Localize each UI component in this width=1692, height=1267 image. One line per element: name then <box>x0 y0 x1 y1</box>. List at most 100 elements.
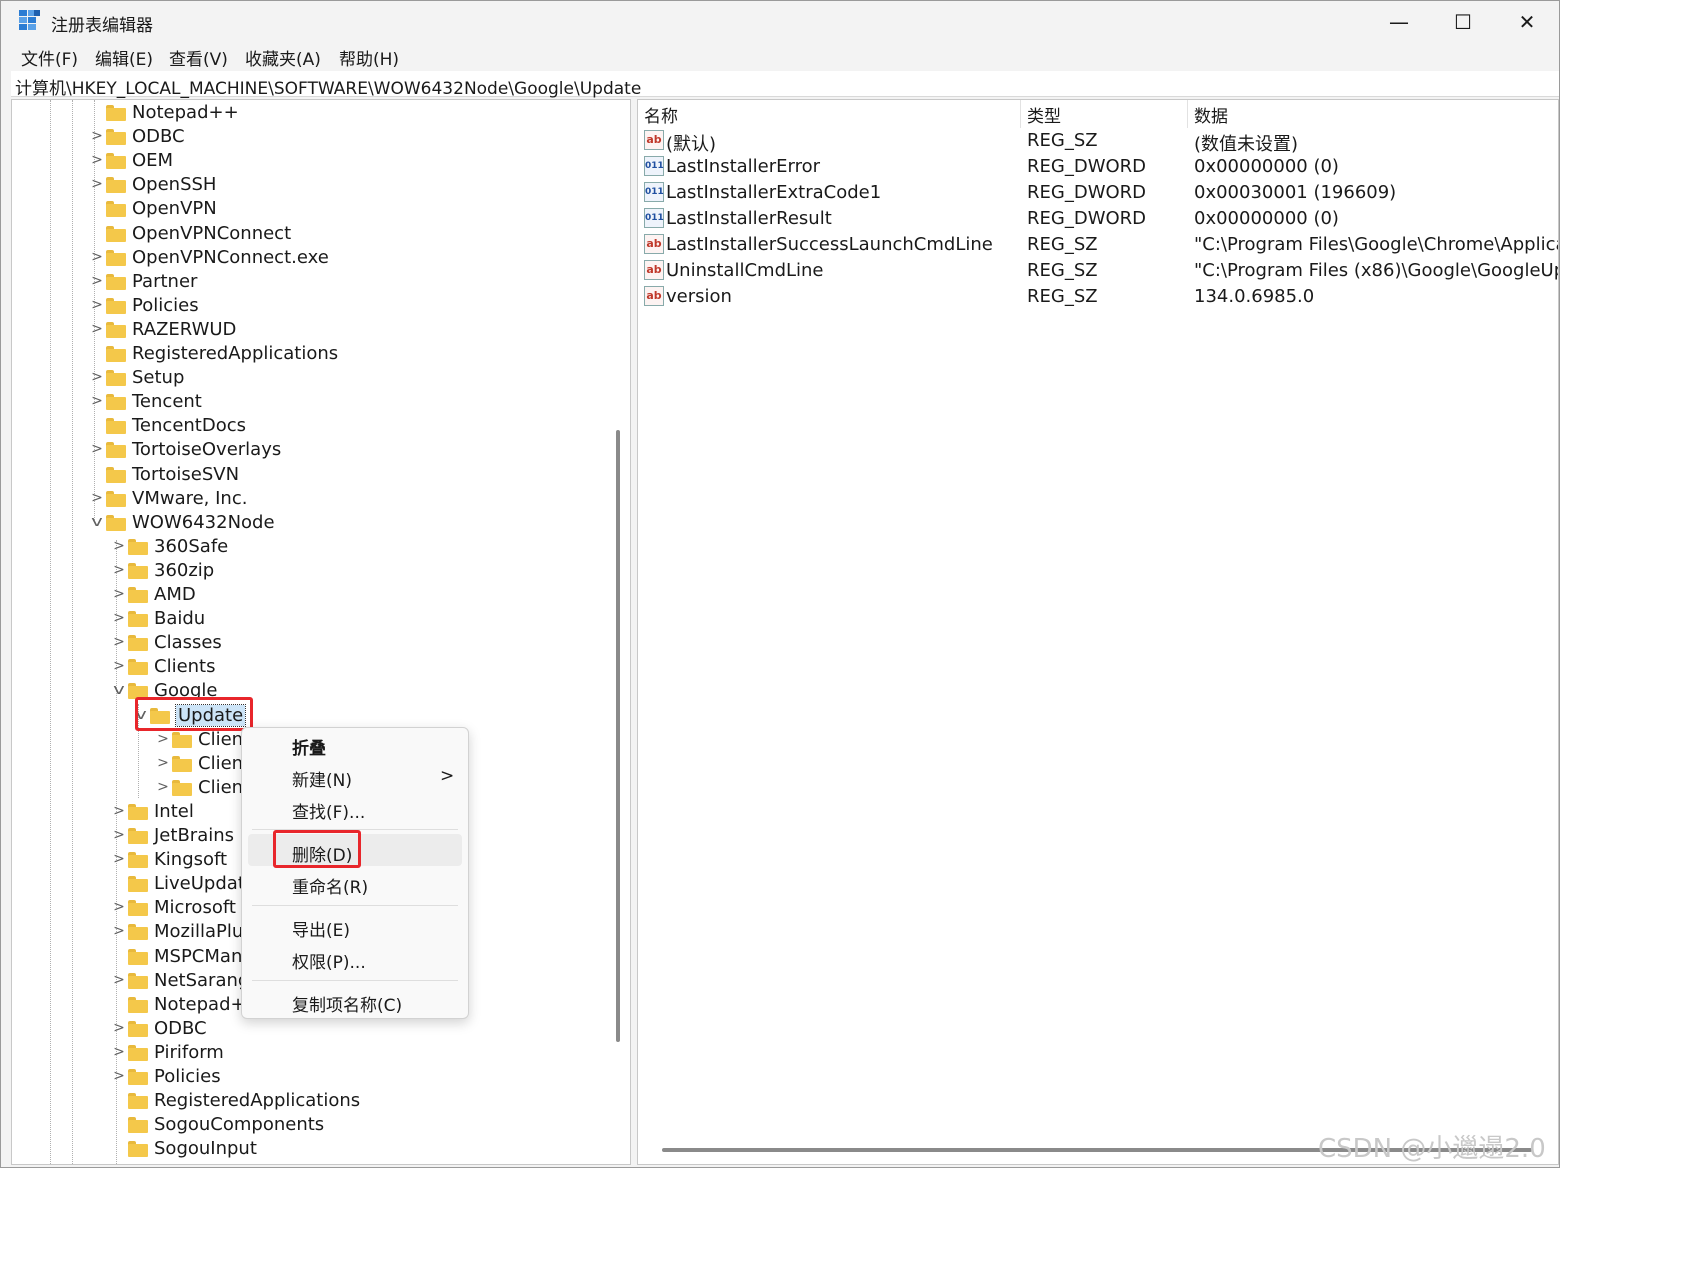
chevron-right-icon[interactable]: > <box>156 730 170 748</box>
tree-item[interactable]: > Clients <box>12 655 610 679</box>
tree-item[interactable]: OpenVPN <box>12 197 610 221</box>
tree-item[interactable]: > ODBC <box>12 125 610 149</box>
tree-item[interactable]: RegisteredApplications <box>12 342 610 366</box>
value-row[interactable]: ab LastInstallerSuccessLaunchCmdLine REG_S… <box>638 232 1558 258</box>
chevron-right-icon[interactable]: > <box>112 657 126 675</box>
chevron-right-icon[interactable]: > <box>112 1019 126 1037</box>
tree-item[interactable]: > Piriform <box>12 1041 610 1065</box>
tree-item[interactable]: > Classes <box>12 631 610 655</box>
chevron-right-icon[interactable] <box>90 416 104 434</box>
tree-item[interactable]: > Policies <box>12 294 610 318</box>
menu-file[interactable]: 文件(F) <box>21 45 78 70</box>
chevron-right-icon[interactable]: > <box>112 1067 126 1085</box>
menu-item-permissions[interactable]: 权限(P)... <box>292 948 366 973</box>
tree-vertical-scrollbar[interactable] <box>616 430 620 1042</box>
value-row[interactable]: ab (默认) REG_SZ (数值未设置) <box>638 128 1558 155</box>
chevron-right-icon[interactable] <box>112 1115 126 1133</box>
value-row[interactable]: 011 LastInstallerExtraCode1 REG_DWORD 0x000… <box>638 180 1558 206</box>
chevron-right-icon[interactable]: > <box>112 585 126 603</box>
chevron-right-icon[interactable] <box>90 199 104 217</box>
chevron-right-icon[interactable]: > <box>90 489 104 507</box>
tree-item[interactable]: > Baidu <box>12 607 610 631</box>
minimize-button[interactable]: — <box>1367 1 1431 43</box>
chevron-right-icon[interactable]: > <box>112 609 126 627</box>
chevron-down-icon[interactable]: v <box>87 513 107 531</box>
tree-item[interactable]: > Partner <box>12 270 610 294</box>
tree-item[interactable]: > AMD <box>12 583 610 607</box>
chevron-right-icon[interactable] <box>90 465 104 483</box>
tree-item[interactable]: v WOW6432Node <box>12 511 610 535</box>
close-button[interactable]: ✕ <box>1495 1 1559 43</box>
tree-item[interactable]: > ODBC <box>12 1017 610 1041</box>
chevron-right-icon[interactable]: > <box>112 971 126 989</box>
chevron-right-icon[interactable] <box>112 947 126 965</box>
menu-view[interactable]: 查看(V) <box>169 45 228 70</box>
menu-help[interactable]: 帮助(H) <box>339 45 399 70</box>
menu-item-new[interactable]: 新建(N) <box>292 766 352 791</box>
value-row[interactable]: 011 LastInstallerError REG_DWORD 0x00000000… <box>638 154 1558 180</box>
chevron-right-icon[interactable]: > <box>90 175 104 193</box>
chevron-right-icon[interactable]: > <box>112 826 126 844</box>
tree-item[interactable]: >360Safe <box>12 535 610 559</box>
column-header-type[interactable]: 类型 <box>1027 102 1061 127</box>
menu-item-export[interactable]: 导出(E) <box>292 916 350 941</box>
chevron-right-icon[interactable] <box>112 874 126 892</box>
maximize-button[interactable]: ☐ <box>1431 1 1495 43</box>
value-row[interactable]: ab version REG_SZ 134.0.6985.0 <box>638 284 1558 310</box>
chevron-right-icon[interactable]: > <box>112 537 126 555</box>
chevron-right-icon[interactable] <box>112 1139 126 1157</box>
tree-item[interactable]: v Google <box>12 679 610 703</box>
chevron-right-icon[interactable]: > <box>90 296 104 314</box>
chevron-down-icon[interactable]: v <box>109 681 129 699</box>
chevron-right-icon[interactable] <box>112 995 126 1013</box>
chevron-right-icon[interactable]: > <box>90 392 104 410</box>
tree-item[interactable]: > VMware, Inc. <box>12 487 610 511</box>
chevron-right-icon[interactable] <box>90 103 104 121</box>
chevron-right-icon[interactable]: > <box>112 850 126 868</box>
tree-item[interactable]: RegisteredApplications <box>12 1089 610 1113</box>
chevron-right-icon[interactable]: > <box>112 561 126 579</box>
chevron-right-icon[interactable]: > <box>112 1043 126 1061</box>
chevron-right-icon[interactable]: > <box>112 633 126 651</box>
values-pane[interactable]: 名称 类型 数据 ab (默认) REG_SZ (数值未设置) 011 LastInsta… <box>637 99 1559 1165</box>
tree-item[interactable]: > OEM <box>12 149 610 173</box>
chevron-right-icon[interactable]: > <box>90 320 104 338</box>
tree-item[interactable]: > OpenSSH <box>12 173 610 197</box>
tree-item[interactable]: > Setup <box>12 366 610 390</box>
tree-item[interactable]: v Update <box>12 703 610 728</box>
tree-item[interactable]: SogouInput <box>12 1137 610 1161</box>
address-path[interactable]: 计算机\HKEY_LOCAL_MACHINE\SOFTWARE\WOW6432N… <box>15 74 641 99</box>
tree-item[interactable]: Notepad++ <box>12 101 610 125</box>
tree-item[interactable]: OpenVPNConnect <box>12 222 610 246</box>
chevron-right-icon[interactable]: > <box>156 754 170 772</box>
value-row[interactable]: ab UninstallCmdLine REG_SZ "C:\Program File… <box>638 258 1558 284</box>
address-bar[interactable]: 计算机\HKEY_LOCAL_MACHINE\SOFTWARE\WOW6432N… <box>11 71 1559 99</box>
tree-item[interactable]: > Tencent <box>12 390 610 414</box>
chevron-right-icon[interactable]: > <box>90 440 104 458</box>
chevron-right-icon[interactable]: > <box>112 922 126 940</box>
tree-item[interactable]: TortoiseSVN <box>12 463 610 487</box>
chevron-right-icon[interactable]: > <box>90 248 104 266</box>
chevron-right-icon[interactable]: > <box>90 151 104 169</box>
menu-item-copy-key-name[interactable]: 复制项名称(C) <box>292 991 402 1016</box>
menu-item-find[interactable]: 查找(F)... <box>292 798 365 823</box>
chevron-right-icon[interactable]: > <box>90 368 104 386</box>
menu-favorites[interactable]: 收藏夹(A) <box>245 45 321 70</box>
tree-item[interactable]: > RAZERWUD <box>12 318 610 342</box>
tree-item[interactable]: TencentDocs <box>12 414 610 438</box>
chevron-right-icon[interactable] <box>90 224 104 242</box>
menu-item-collapse[interactable]: 折叠 <box>292 734 326 759</box>
chevron-right-icon[interactable] <box>112 1091 126 1109</box>
tree-item[interactable]: > Policies <box>12 1065 610 1089</box>
tree-item[interactable]: SogouComponents <box>12 1113 610 1137</box>
value-row[interactable]: 011 LastInstallerResult REG_DWORD 0x0000000… <box>638 206 1558 232</box>
chevron-right-icon[interactable] <box>90 344 104 362</box>
chevron-right-icon[interactable]: > <box>112 898 126 916</box>
menu-edit[interactable]: 编辑(E) <box>95 45 153 70</box>
column-header-data[interactable]: 数据 <box>1194 102 1228 127</box>
chevron-right-icon[interactable]: > <box>90 272 104 290</box>
column-header-name[interactable]: 名称 <box>644 102 678 127</box>
tree-item[interactable]: >360zip <box>12 559 610 583</box>
tree-item[interactable]: > TortoiseOverlays <box>12 438 610 462</box>
chevron-right-icon[interactable]: > <box>156 778 170 796</box>
